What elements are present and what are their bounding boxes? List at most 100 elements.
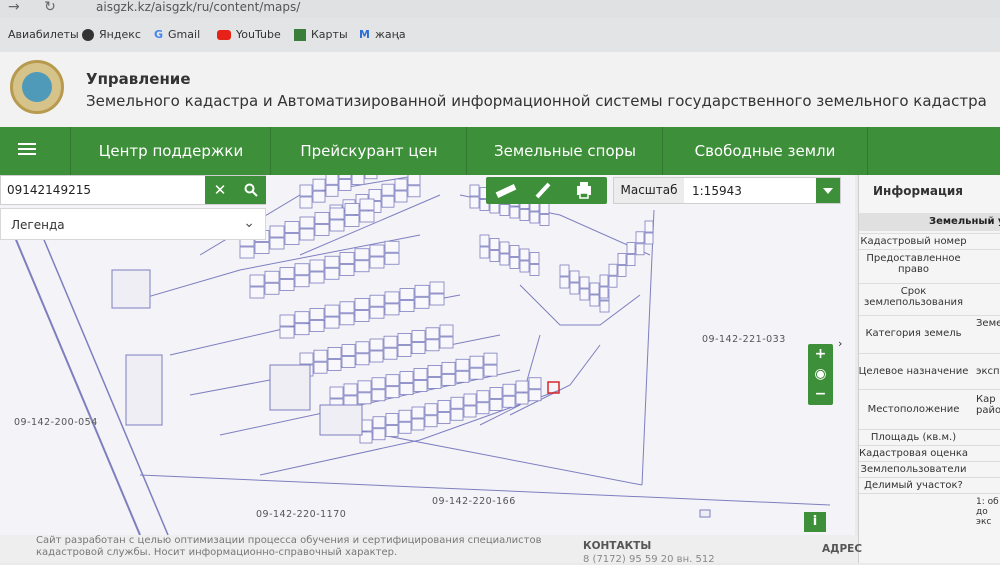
land-parcel[interactable]	[589, 294, 600, 307]
land-parcel[interactable]	[489, 250, 500, 262]
land-parcel[interactable]	[439, 324, 454, 337]
land-parcel[interactable]	[357, 380, 372, 393]
land-parcel[interactable]	[284, 221, 300, 233]
land-parcel[interactable]	[499, 241, 510, 254]
land-parcel[interactable]	[359, 198, 375, 211]
land-parcel[interactable]	[372, 428, 386, 441]
land-parcel[interactable]	[294, 263, 310, 276]
land-parcel[interactable]	[509, 257, 520, 269]
land-parcel[interactable]	[469, 184, 480, 197]
land-parcel[interactable]	[476, 402, 490, 415]
land-parcel[interactable]	[359, 210, 375, 223]
land-parcel[interactable]	[394, 178, 408, 191]
land-parcel[interactable]	[519, 209, 530, 221]
land-parcel[interactable]	[339, 301, 355, 314]
land-parcel[interactable]	[519, 248, 530, 261]
land-parcel[interactable]	[371, 389, 386, 402]
land-parcel[interactable]	[425, 327, 440, 340]
land-parcel[interactable]	[314, 212, 330, 224]
land-parcel[interactable]	[529, 252, 540, 264]
land-parcel[interactable]	[355, 341, 370, 354]
land-parcel[interactable]	[644, 220, 654, 233]
land-parcel[interactable]	[398, 409, 412, 422]
land-parcel[interactable]	[397, 332, 412, 345]
land-parcel[interactable]	[369, 350, 384, 363]
land-parcel[interactable]	[608, 263, 618, 276]
land-parcel[interactable]	[369, 244, 385, 257]
land-parcel[interactable]	[371, 377, 386, 390]
land-parcel[interactable]	[338, 179, 352, 191]
land-parcel[interactable]	[329, 219, 345, 232]
land-parcel[interactable]	[489, 238, 500, 250]
address-bar[interactable]: → ↻ aisgzk.kz/aisgzk/ru/content/maps/	[0, 0, 1000, 18]
land-parcel[interactable]	[269, 237, 285, 250]
land-parcel[interactable]	[589, 282, 600, 295]
land-parcel[interactable]	[294, 311, 310, 324]
pencil-icon[interactable]	[535, 182, 551, 199]
land-parcel[interactable]	[369, 256, 385, 269]
land-parcel[interactable]	[385, 386, 400, 399]
land-parcel[interactable]	[489, 399, 503, 411]
land-parcel[interactable]	[427, 377, 442, 389]
land-parcel[interactable]	[569, 282, 580, 295]
land-parcel[interactable]	[437, 412, 451, 424]
bookmark-yandex[interactable]: Яндекс	[82, 28, 141, 41]
land-parcel[interactable]	[450, 396, 464, 409]
info-icon[interactable]: i	[804, 512, 826, 532]
land-parcel[interactable]	[313, 361, 328, 374]
land-parcel[interactable]	[299, 184, 313, 197]
land-parcel[interactable]	[314, 224, 330, 236]
land-parcel[interactable]	[384, 303, 400, 316]
bookmark-aviabilety[interactable]: Авиабилеты	[8, 28, 79, 41]
land-parcel[interactable]	[559, 264, 570, 277]
land-parcel[interactable]	[284, 233, 300, 245]
land-parcel[interactable]	[279, 326, 295, 339]
land-parcel[interactable]	[529, 211, 540, 224]
land-parcel[interactable]	[407, 185, 421, 198]
land-parcel[interactable]	[411, 330, 426, 343]
land-parcel[interactable]	[299, 352, 314, 365]
land-parcel[interactable]	[529, 264, 540, 276]
land-parcel[interactable]	[385, 374, 400, 387]
land-parcel[interactable]	[489, 387, 503, 399]
land-parcel[interactable]	[502, 395, 516, 408]
land-parcel[interactable]	[324, 316, 340, 329]
print-icon[interactable]	[577, 182, 591, 199]
land-parcel[interactable]	[383, 347, 398, 360]
land-parcel[interactable]	[476, 390, 490, 403]
land-parcel[interactable]	[397, 344, 412, 357]
bookmark-gmail[interactable]: G Gmail	[154, 28, 200, 41]
land-parcel[interactable]	[324, 255, 340, 268]
land-parcel[interactable]	[469, 355, 484, 368]
land-parcel[interactable]	[385, 413, 399, 425]
land-parcel[interactable]	[369, 294, 385, 307]
land-parcel[interactable]	[414, 284, 430, 297]
land-parcel[interactable]	[309, 271, 325, 284]
land-parcel[interactable]	[463, 393, 477, 406]
land-parcel[interactable]	[309, 259, 325, 272]
land-parcel[interactable]	[325, 184, 339, 197]
land-parcel[interactable]	[343, 383, 358, 396]
land-parcel[interactable]	[381, 195, 395, 208]
land-parcel[interactable]	[327, 358, 342, 371]
land-parcel[interactable]	[635, 243, 645, 256]
search-icon[interactable]	[235, 176, 266, 204]
url-text[interactable]: aisgzk.kz/aisgzk/ru/content/maps/	[96, 0, 300, 14]
land-parcel[interactable]	[279, 314, 295, 327]
land-parcel[interactable]	[354, 248, 370, 261]
land-parcel[interactable]	[279, 279, 295, 291]
scale-selector[interactable]: Масштаб 1:15943	[613, 177, 841, 204]
land-parcel[interactable]	[441, 373, 456, 386]
land-parcel[interactable]	[455, 358, 470, 371]
land-parcel[interactable]	[299, 196, 313, 209]
land-parcel[interactable]	[515, 380, 529, 393]
nav-free-lands[interactable]: Свободные земли	[662, 127, 868, 175]
scale-value[interactable]: 1:15943	[692, 184, 742, 198]
land-parcel[interactable]	[369, 306, 385, 319]
land-parcel[interactable]	[425, 339, 440, 352]
land-parcel[interactable]	[372, 416, 386, 429]
land-parcel[interactable]	[499, 253, 510, 266]
land-parcel[interactable]	[394, 190, 408, 203]
land-parcel[interactable]	[329, 207, 345, 220]
land-parcel[interactable]	[354, 310, 370, 322]
